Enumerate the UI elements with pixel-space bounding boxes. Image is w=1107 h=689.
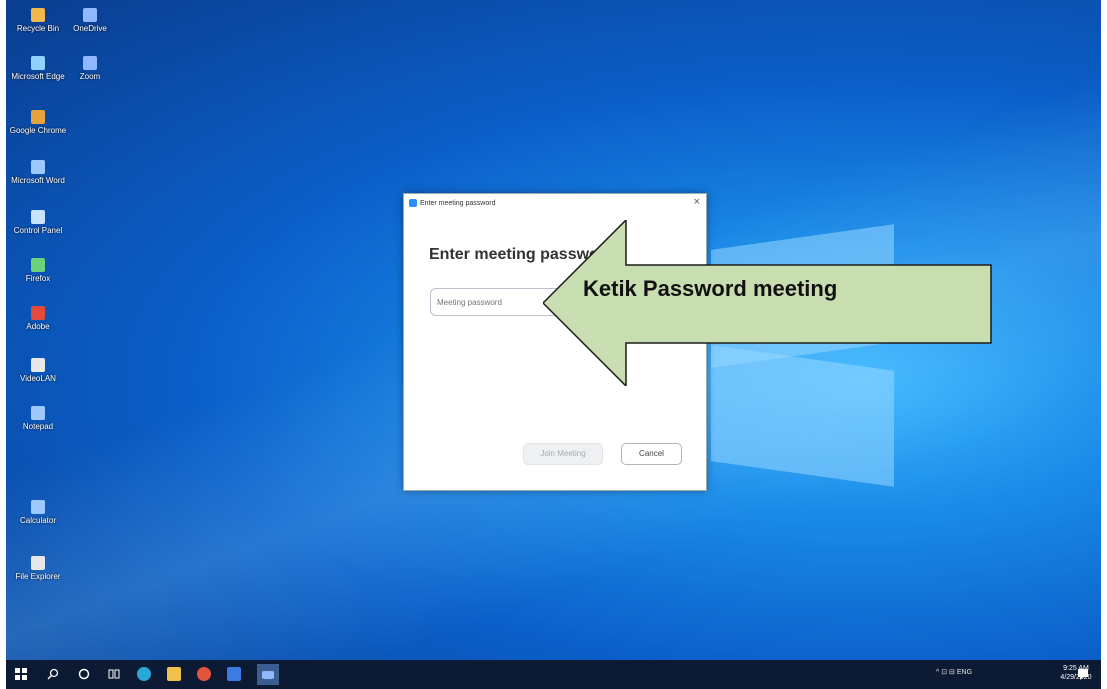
- file-explorer-taskbar-icon[interactable]: [167, 667, 181, 681]
- chrome-icon: [31, 110, 45, 124]
- desktop-icon-videolan[interactable]: VideoLAN: [8, 358, 68, 383]
- desktop-icon-edge[interactable]: Microsoft Edge: [8, 56, 68, 81]
- edge-icon: [31, 56, 45, 70]
- join-meeting-button[interactable]: Join Meeting: [523, 443, 603, 465]
- annotation-arrow-shape: [543, 220, 992, 386]
- annotation-text: Ketik Password meeting: [583, 276, 838, 301]
- system-tray[interactable]: ^ ⊡ ⊟ ENG: [936, 668, 972, 676]
- zoom-icon: [83, 56, 97, 70]
- desktop-icon-adobe[interactable]: Adobe: [8, 306, 68, 331]
- edge-taskbar-icon[interactable]: [137, 667, 151, 681]
- annotation-arrow: [543, 220, 992, 386]
- task-view-icon[interactable]: [107, 667, 121, 681]
- search-icon[interactable]: [46, 667, 60, 681]
- file-explorer-icon: [31, 556, 45, 570]
- desktop-icon-control-panel[interactable]: Control Panel: [8, 210, 68, 235]
- notification-icon[interactable]: [1076, 667, 1090, 681]
- desktop-icon-firefox[interactable]: Firefox: [8, 258, 68, 283]
- desktop-icon-chrome[interactable]: Google Chrome: [8, 110, 68, 135]
- word-icon: [31, 160, 45, 174]
- cancel-button[interactable]: Cancel: [621, 443, 682, 465]
- desktop-icon-recycle-bin[interactable]: Recycle Bin: [8, 8, 68, 33]
- adobe-icon: [31, 306, 45, 320]
- zoom-app-icon: [409, 199, 417, 207]
- desktop-icon-notepad[interactable]: Notepad: [8, 406, 68, 431]
- desktop-icon-onedrive[interactable]: OneDrive: [60, 8, 120, 33]
- calculator-icon: [31, 500, 45, 514]
- desktop-icon-word[interactable]: Microsoft Word: [8, 160, 68, 185]
- word-taskbar-icon[interactable]: [227, 667, 241, 681]
- notepad-icon: [31, 406, 45, 420]
- recycle-bin-icon: [31, 8, 45, 22]
- zoom-icon: [262, 671, 274, 679]
- dialog-titlebar: Enter meeting password: [409, 199, 495, 209]
- control-panel-icon: [31, 210, 45, 224]
- chrome-taskbar-icon[interactable]: [197, 667, 211, 681]
- desktop-icon-file-explorer[interactable]: File Explorer: [8, 556, 68, 581]
- close-button[interactable]: ×: [694, 196, 700, 208]
- desktop-icon-calculator[interactable]: Calculator: [8, 500, 68, 525]
- firefox-icon: [31, 258, 45, 272]
- zoom-taskbar-icon[interactable]: [257, 664, 279, 685]
- vlc-icon: [31, 358, 45, 372]
- circle-icon[interactable]: [77, 667, 91, 681]
- windows-icon[interactable]: [14, 667, 28, 681]
- desktop-icon-zoom[interactable]: Zoom: [60, 56, 120, 81]
- taskbar: ^ ⊡ ⊟ ENG 9:25 AM 4/29/2020: [6, 660, 1101, 689]
- onedrive-icon: [83, 8, 97, 22]
- dialog-window-title: Enter meeting password: [420, 199, 496, 207]
